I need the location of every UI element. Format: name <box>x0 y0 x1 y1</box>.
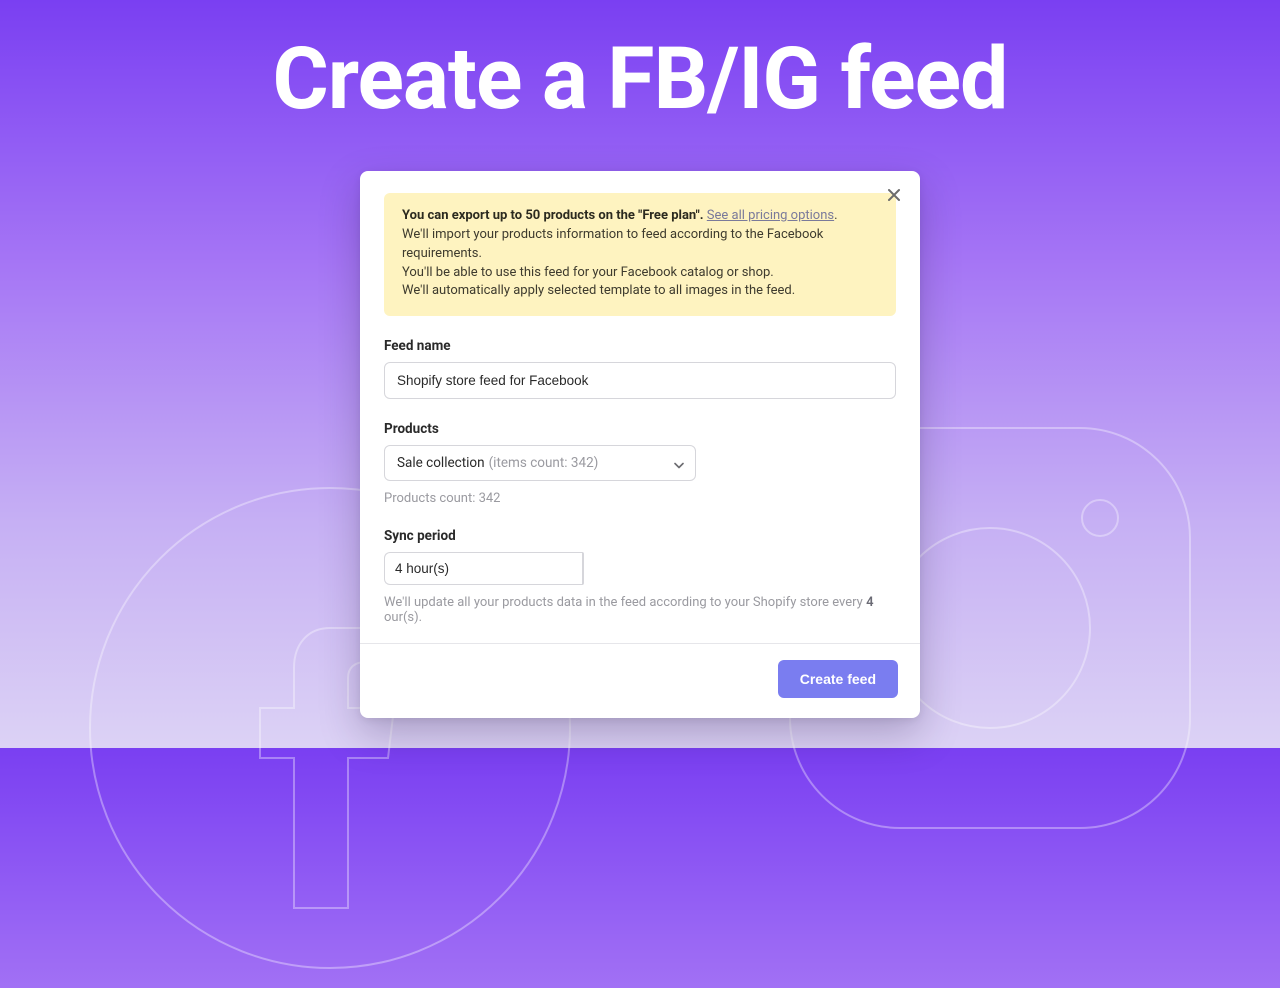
pricing-link[interactable]: See all pricing options <box>707 208 834 223</box>
close-button[interactable] <box>882 183 906 207</box>
modal-footer: Create feed <box>360 643 920 718</box>
sync-period-stepper <box>384 552 496 585</box>
chevron-down-icon <box>674 454 684 473</box>
stepper-up-button[interactable] <box>583 553 584 568</box>
create-feed-button[interactable]: Create feed <box>778 660 898 698</box>
create-feed-modal: You can export up to 50 products on the … <box>360 171 920 718</box>
page-title: Create a FB/IG feed <box>0 28 1280 129</box>
info-notice: You can export up to 50 products on the … <box>384 193 896 316</box>
feed-name-input[interactable] <box>384 362 896 399</box>
close-icon <box>887 188 901 202</box>
products-label: Products <box>384 421 896 437</box>
products-select[interactable]: Sale collection (items count: 342) <box>384 445 696 481</box>
products-selected: Sale collection <box>397 455 485 471</box>
notice-line: You'll be able to use this feed for your… <box>402 264 878 283</box>
sync-helper: We'll update all your products data in t… <box>384 595 896 625</box>
products-selected-meta: (items count: 342) <box>489 455 599 471</box>
products-count-helper: Products count: 342 <box>384 491 896 506</box>
notice-headline: You can export up to 50 products on the … <box>402 208 704 223</box>
sync-label: Sync period <box>384 528 896 544</box>
sync-period-input[interactable] <box>384 552 582 585</box>
notice-line: We'll import your products information t… <box>402 226 878 264</box>
stepper-down-button[interactable] <box>583 568 584 583</box>
notice-line: We'll automatically apply selected templ… <box>402 282 878 301</box>
feed-name-label: Feed name <box>384 338 896 354</box>
